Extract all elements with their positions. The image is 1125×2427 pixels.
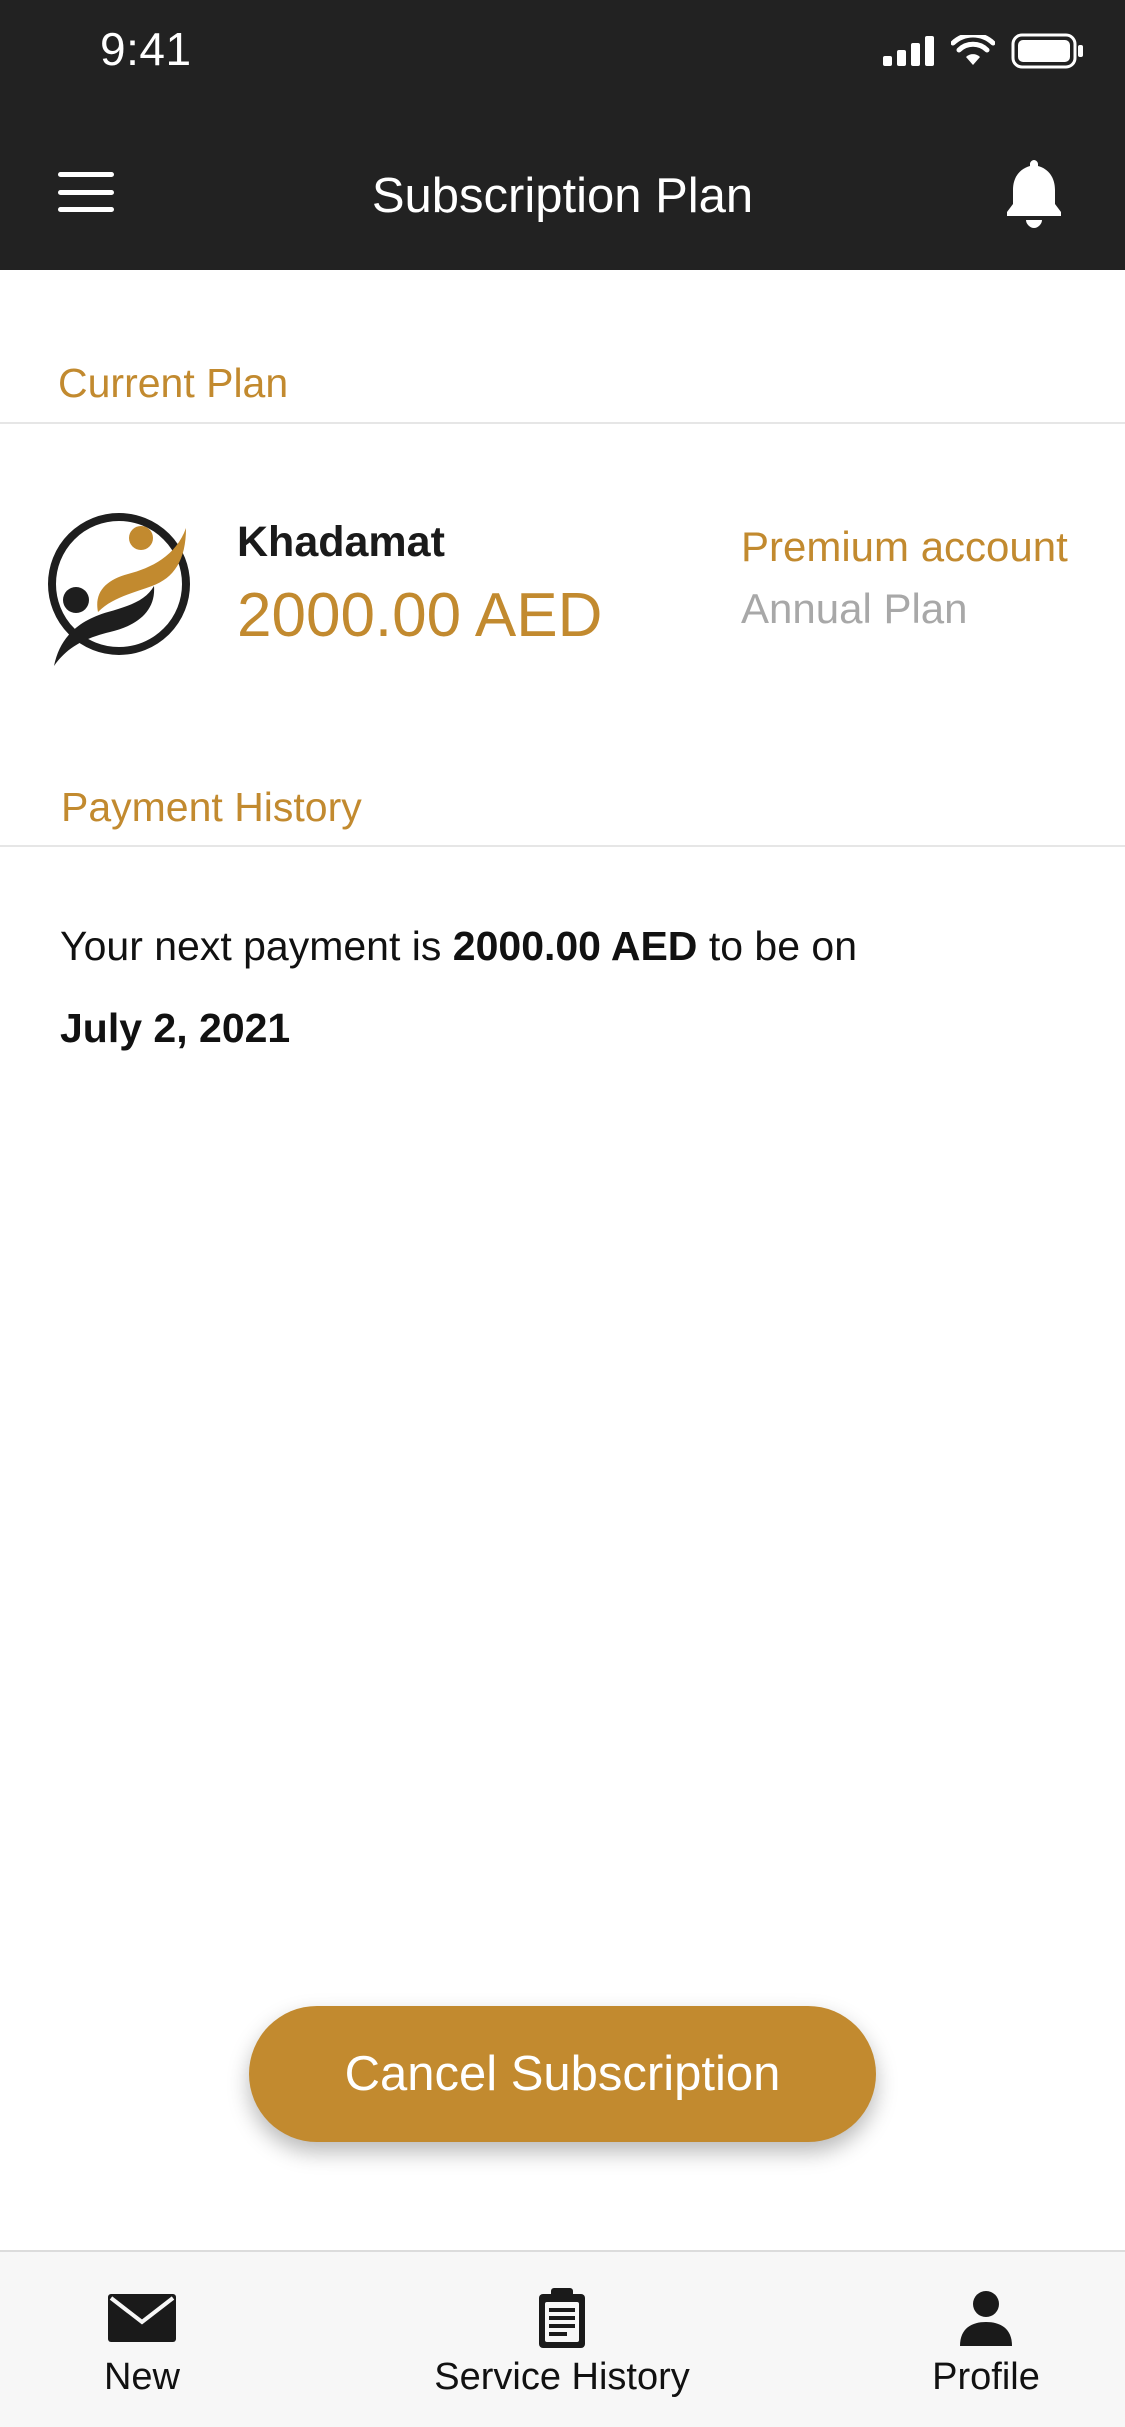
battery-icon [1011, 33, 1083, 69]
cancel-subscription-button[interactable]: Cancel Subscription [249, 2006, 876, 2142]
page-title: Subscription Plan [371, 169, 754, 223]
divider [0, 422, 1125, 424]
tab-profile-label: Profile [932, 2356, 1040, 2398]
app-header: 9:41 Subscription Plan [0, 0, 1125, 270]
tab-new-label: New [103, 2356, 181, 2398]
payment-history-label: Payment History [61, 784, 362, 830]
next-payment-amount: 2000.00 AED [452, 923, 698, 969]
tab-bar: New Service History Profile [0, 2250, 1125, 2427]
tab-profile[interactable]: Profile [906, 2252, 1066, 2427]
plan-company-name: Khadamat [237, 518, 445, 566]
tab-service-history-label: Service History [434, 2356, 690, 2398]
status-time: 9:41 [100, 23, 192, 75]
next-payment-text: Your next payment is 2000.00 AED to be o… [60, 905, 1070, 1069]
next-payment-prefix: Your next payment is [60, 923, 442, 969]
bell-icon[interactable] [1003, 156, 1065, 228]
tab-new[interactable]: New [62, 2252, 222, 2427]
envelope-icon [108, 2294, 176, 2342]
plan-cycle: Annual Plan [741, 585, 968, 632]
wifi-icon [951, 35, 995, 65]
current-plan-label: Current Plan [58, 360, 289, 406]
status-icons [883, 30, 1085, 72]
khadamat-logo [48, 513, 190, 666]
next-payment-middle: to be on [708, 923, 858, 969]
divider [0, 845, 1125, 847]
clipboard-icon [539, 2288, 585, 2348]
signal-icon [883, 36, 934, 66]
person-icon [960, 2291, 1012, 2346]
plan-tier: Premium account [741, 523, 1068, 570]
tab-service-history[interactable]: Service History [412, 2252, 712, 2427]
plan-price: 2000.00 AED [237, 581, 603, 650]
next-payment-date: July 2, 2021 [60, 1005, 291, 1051]
